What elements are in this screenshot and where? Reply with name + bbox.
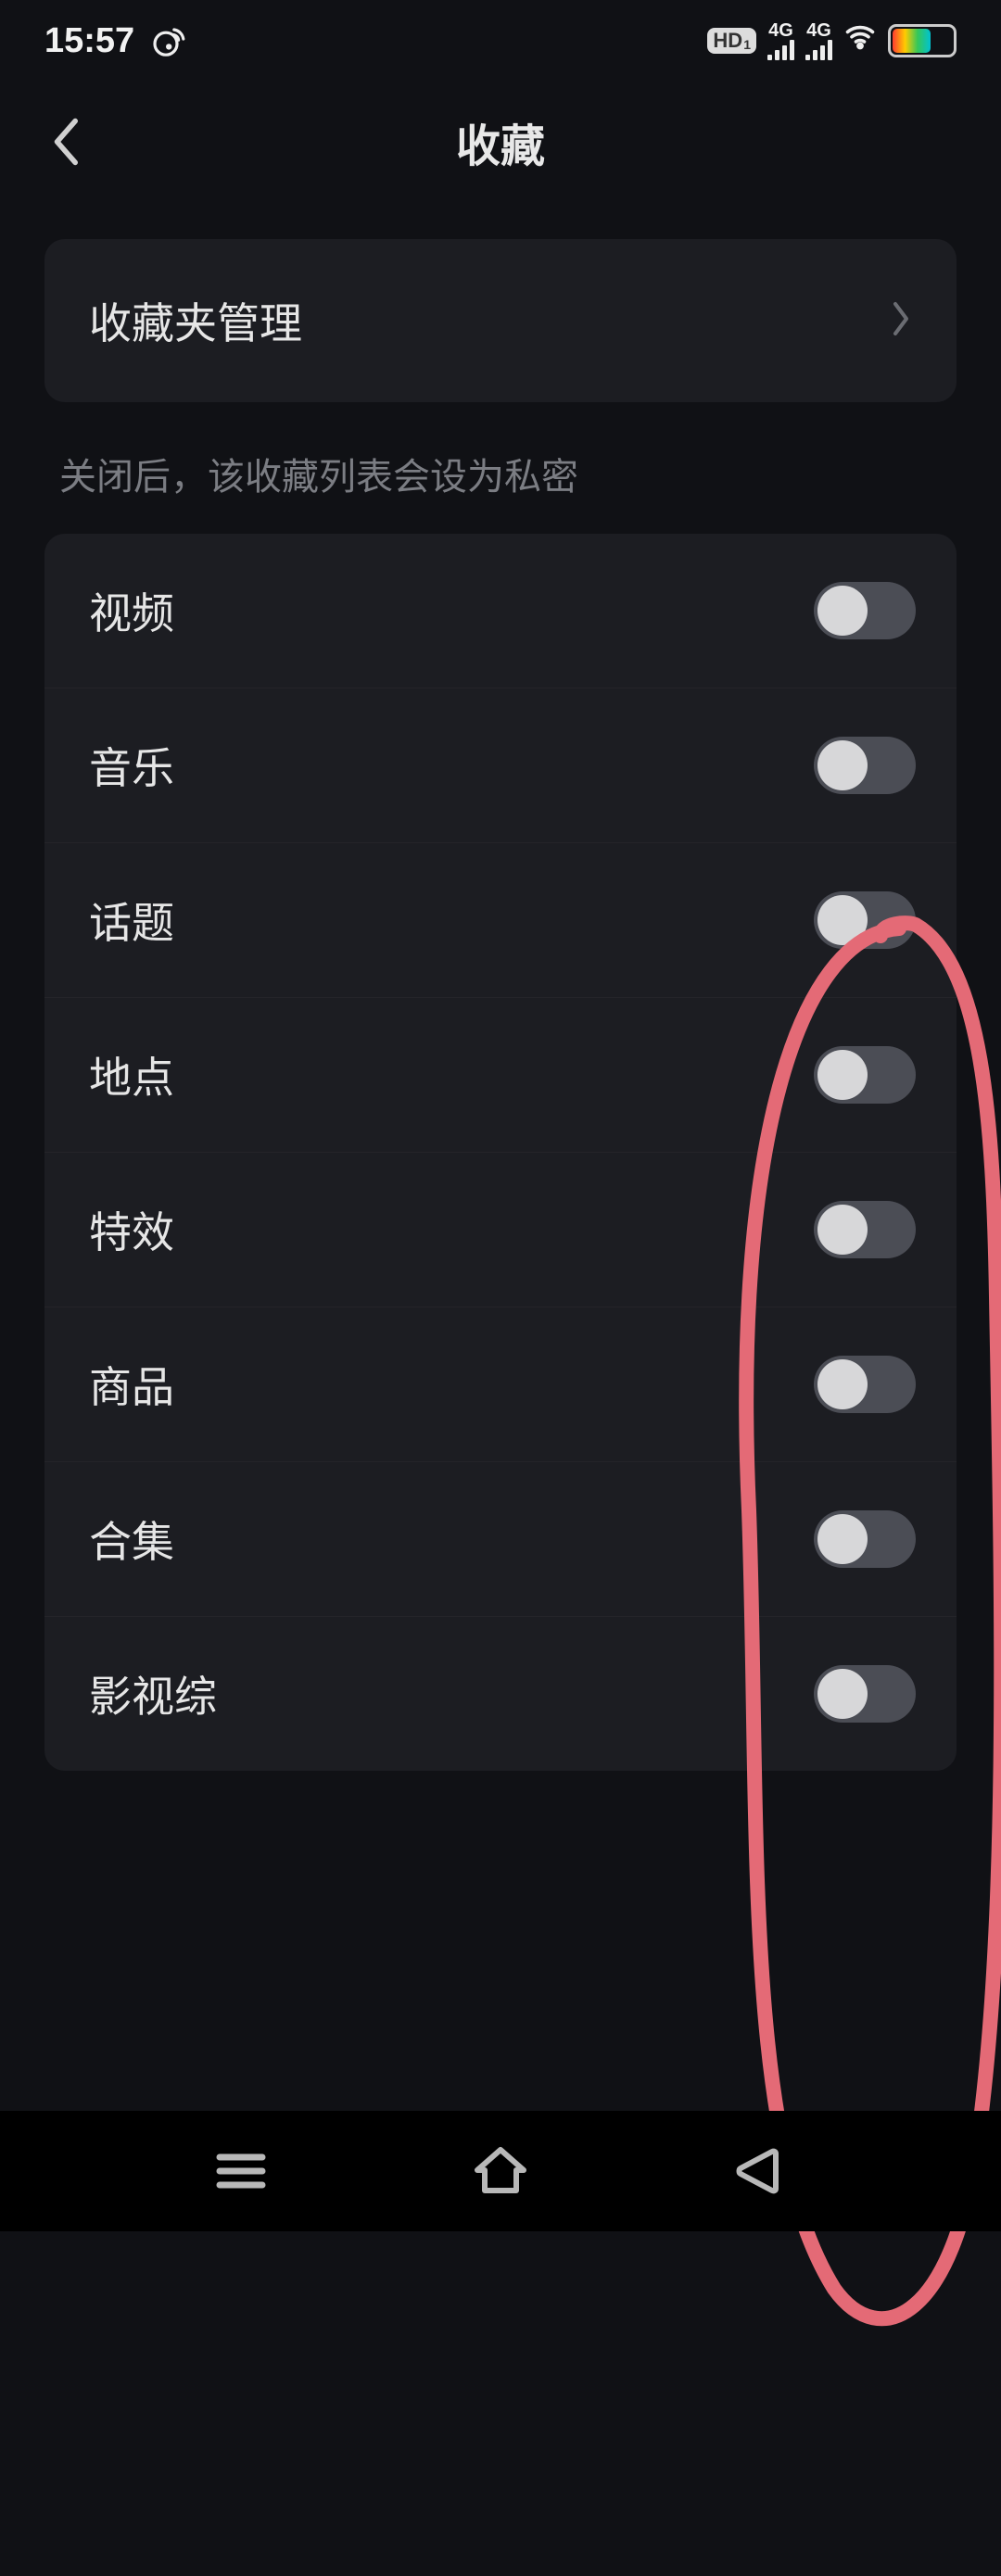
toggle-row-location: 地点	[44, 998, 957, 1153]
chevron-right-icon	[890, 300, 912, 342]
toggle-label: 合集	[89, 1509, 174, 1570]
status-right: HD1 4G 4G	[707, 19, 957, 62]
signal-1: 4G	[767, 21, 794, 60]
page-header: 收藏	[0, 82, 1001, 202]
weibo-icon	[151, 22, 188, 59]
content: 收藏夹管理 关闭后，该收藏列表会设为私密 视频 音乐 话题 地点 特效	[0, 202, 1001, 1771]
status-bar: 15:57 HD1 4G 4G	[0, 0, 1001, 82]
toggle-switch-effect[interactable]	[814, 1201, 916, 1258]
status-time: 15:57	[44, 21, 134, 61]
back-icon	[728, 2139, 792, 2203]
chevron-left-icon	[49, 116, 81, 168]
hd-label: HD	[713, 31, 742, 51]
android-nav-bar	[0, 2111, 1001, 2231]
nav-back-button[interactable]	[704, 2129, 816, 2213]
back-button[interactable]	[28, 105, 102, 179]
toggle-row-product: 商品	[44, 1307, 957, 1462]
page-title: 收藏	[456, 109, 545, 174]
menu-icon	[209, 2139, 273, 2203]
status-left: 15:57	[44, 21, 188, 61]
signal-2: 4G	[805, 21, 832, 60]
toggle-label: 音乐	[89, 735, 174, 796]
battery-icon	[888, 24, 957, 57]
toggle-switch-collection[interactable]	[814, 1510, 916, 1568]
manage-card: 收藏夹管理	[44, 239, 957, 402]
toggle-switch-location[interactable]	[814, 1046, 916, 1104]
wifi-icon	[843, 19, 877, 62]
toggle-label: 视频	[89, 580, 174, 641]
toggle-switch-product[interactable]	[814, 1356, 916, 1413]
toggle-row-effect: 特效	[44, 1153, 957, 1307]
toggle-row-video: 视频	[44, 534, 957, 688]
toggle-row-topic: 话题	[44, 843, 957, 998]
toggle-label: 话题	[89, 890, 174, 951]
toggle-switch-topic[interactable]	[814, 891, 916, 949]
toggle-row-music: 音乐	[44, 688, 957, 843]
toggles-card: 视频 音乐 话题 地点 特效 商品 合集 影视综	[44, 534, 957, 1771]
nav-recent-button[interactable]	[185, 2129, 297, 2213]
toggle-switch-music[interactable]	[814, 737, 916, 794]
toggle-label: 特效	[89, 1199, 174, 1260]
home-icon	[468, 2139, 533, 2203]
toggle-label: 影视综	[89, 1663, 217, 1724]
nav-home-button[interactable]	[445, 2129, 556, 2213]
toggle-row-collection: 合集	[44, 1462, 957, 1617]
manage-favorites-row[interactable]: 收藏夹管理	[44, 239, 957, 402]
section-note: 关闭后，该收藏列表会设为私密	[44, 402, 957, 534]
hd-badge: HD1	[707, 28, 756, 54]
toggle-row-film-tv: 影视综	[44, 1617, 957, 1771]
toggle-switch-film-tv[interactable]	[814, 1665, 916, 1723]
manage-favorites-label: 收藏夹管理	[89, 290, 302, 351]
toggle-switch-video[interactable]	[814, 582, 916, 639]
toggle-label: 地点	[89, 1044, 174, 1105]
toggle-label: 商品	[89, 1354, 174, 1415]
